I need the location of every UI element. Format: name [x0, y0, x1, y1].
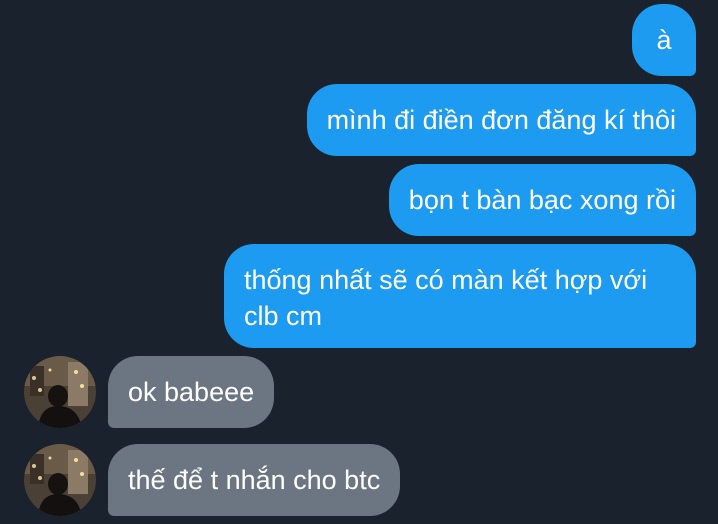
- message-bubble-incoming[interactable]: thế để t nhắn cho btc: [108, 444, 401, 516]
- contact-avatar[interactable]: [24, 444, 96, 516]
- message-text: thế để t nhắn cho btc: [128, 465, 381, 495]
- message-bubble-outgoing[interactable]: thống nhất sẽ có màn kết hợp với clb cm: [224, 244, 696, 348]
- message-bubble-outgoing[interactable]: à: [632, 4, 696, 76]
- contact-avatar[interactable]: [24, 356, 96, 428]
- message-text: à: [656, 25, 672, 55]
- message-bubble-incoming[interactable]: ok babeee: [108, 356, 275, 428]
- message-text: mình đi điền đơn đăng kí thôi: [326, 105, 676, 135]
- message-bubble-outgoing[interactable]: mình đi điền đơn đăng kí thôi: [306, 84, 696, 156]
- message-bubble-outgoing[interactable]: bọn t bàn bạc xong rồi: [388, 164, 696, 236]
- message-text: ok babeee: [128, 377, 255, 407]
- message-text: thống nhất sẽ có màn kết hợp với clb cm: [244, 265, 648, 331]
- message-text: bọn t bàn bạc xong rồi: [408, 185, 676, 215]
